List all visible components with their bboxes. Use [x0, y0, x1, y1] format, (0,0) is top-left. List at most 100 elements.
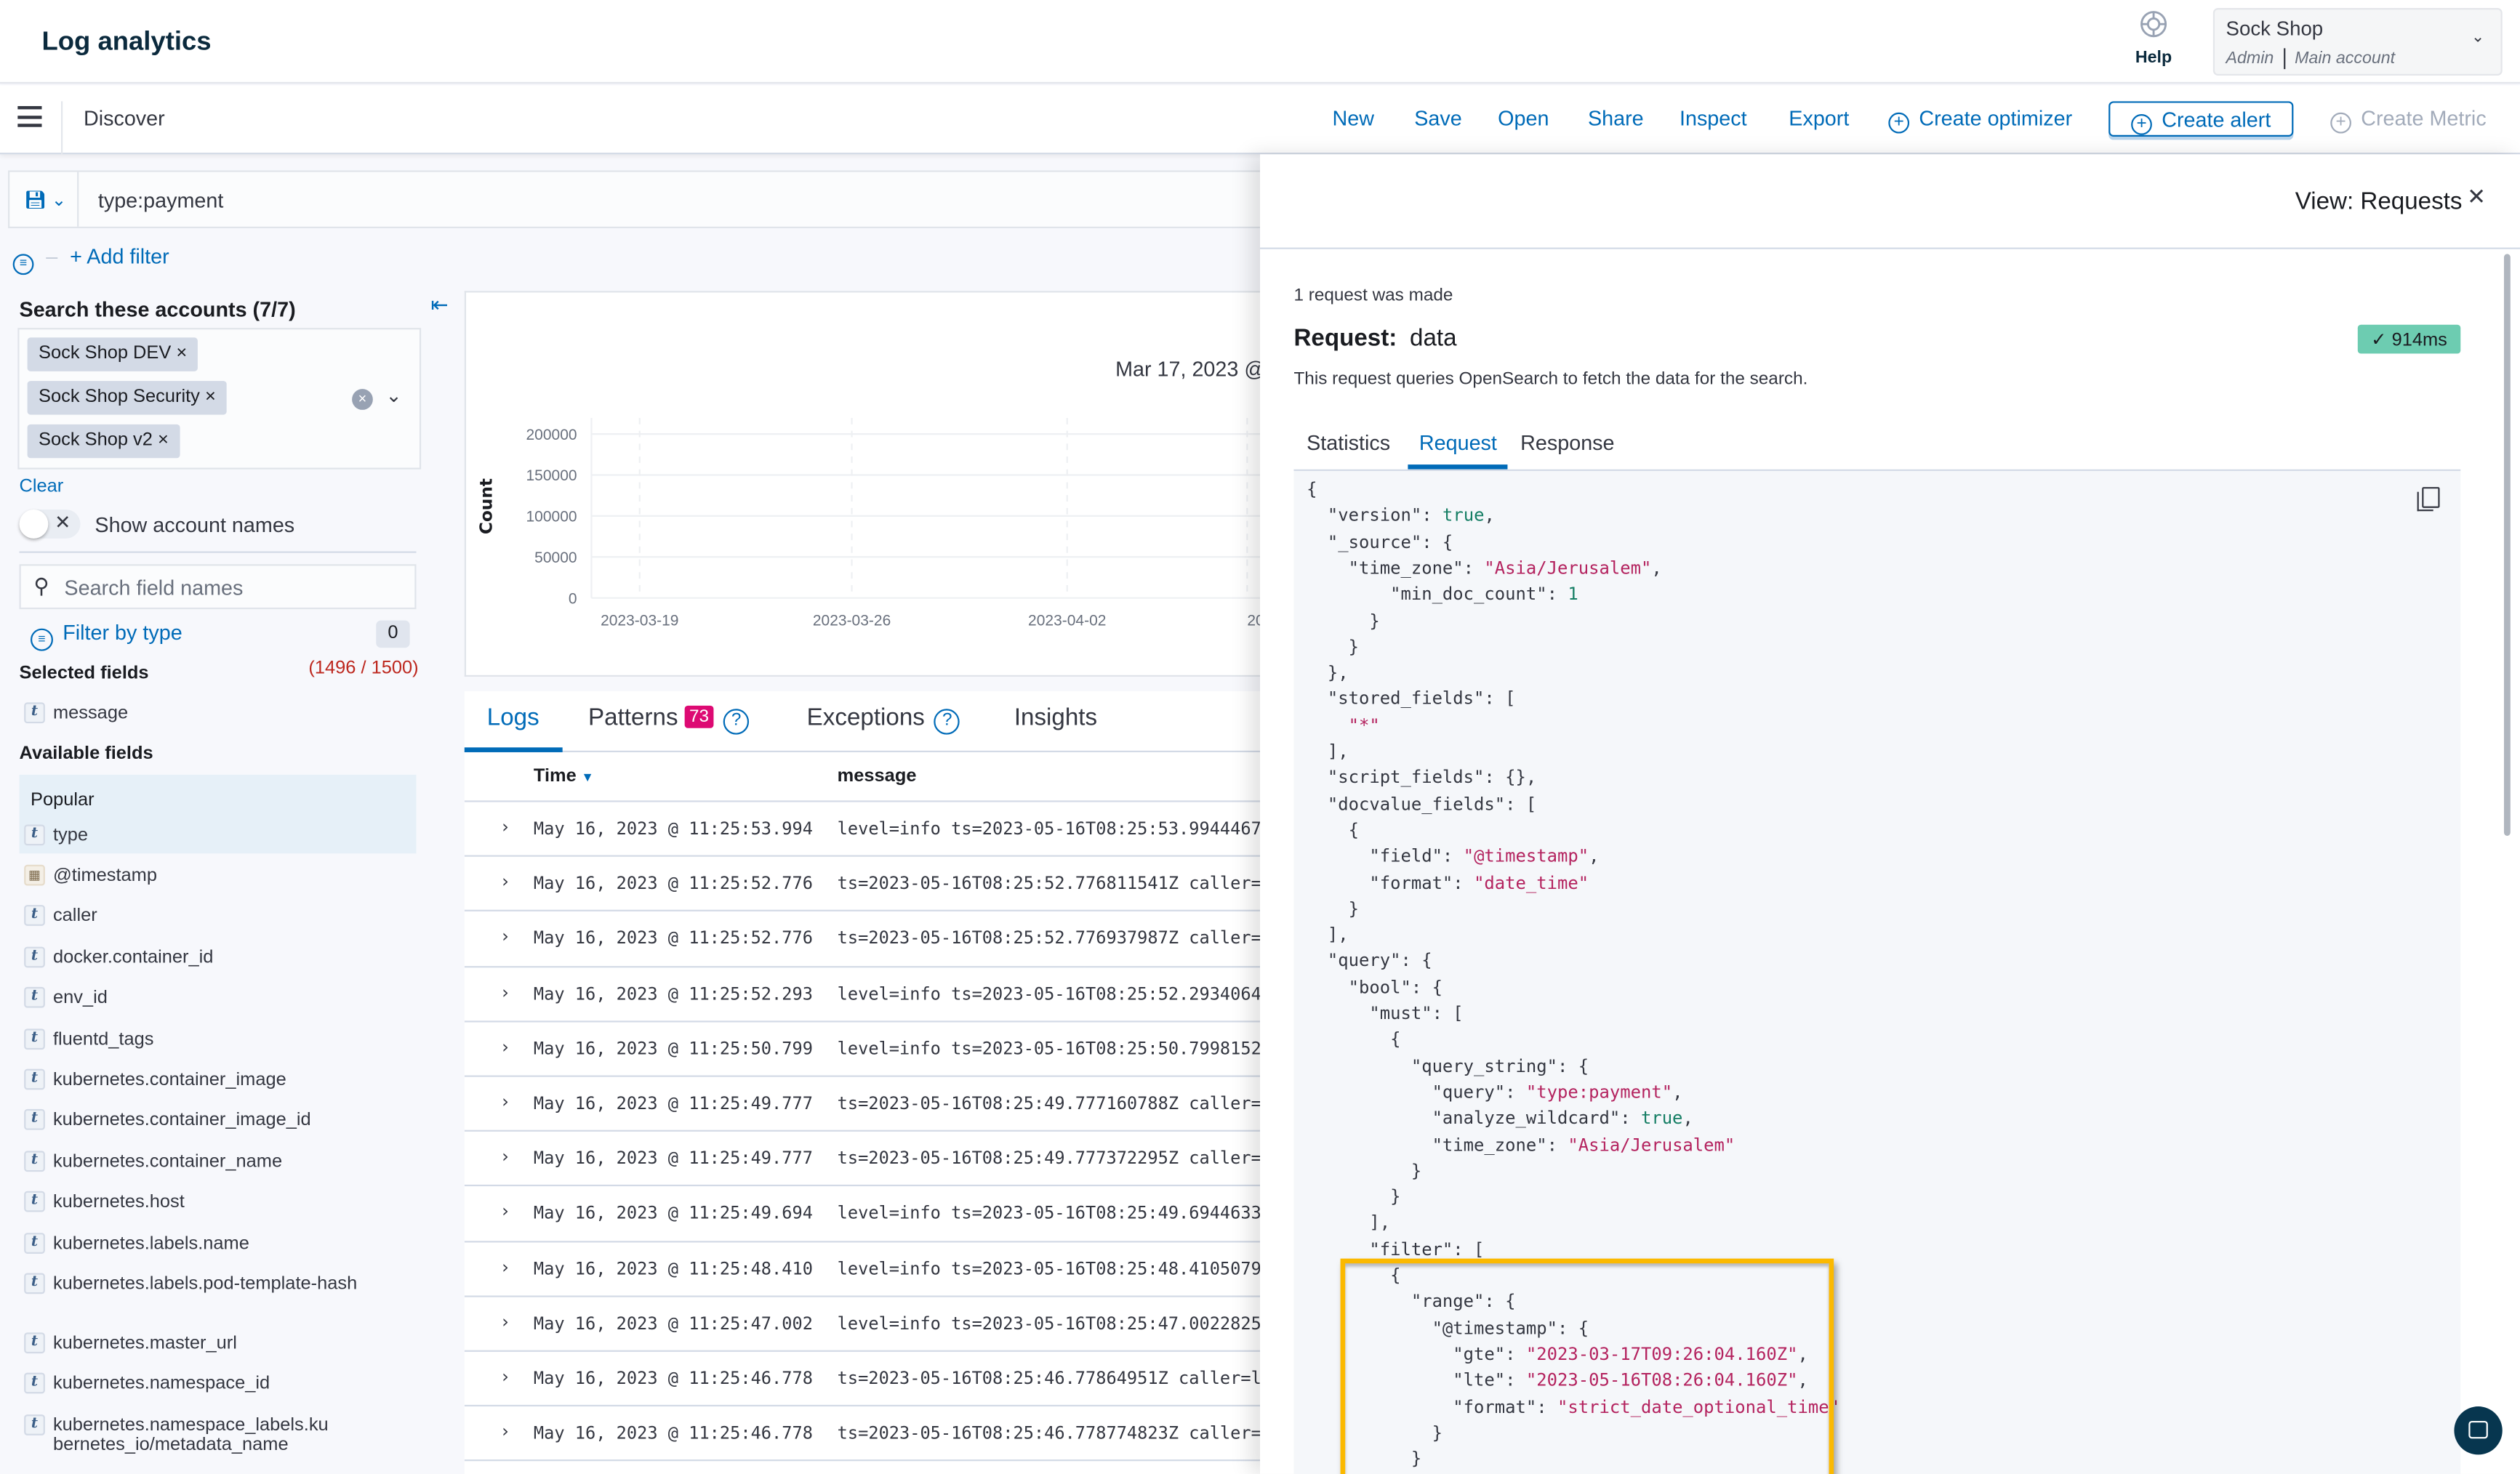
- code-line: {: [1307, 820, 1359, 842]
- create-optimizer-button[interactable]: + Create optimizer: [1888, 106, 2072, 134]
- tab-insights[interactable]: Insights: [1014, 704, 1097, 732]
- tab-patterns[interactable]: Patterns 73?: [588, 704, 750, 735]
- log-message: level=info ts=2023-05-16T08:25:52.293406…: [837, 983, 1261, 1004]
- code-token: ,: [1651, 557, 1662, 579]
- filter-by-type-button[interactable]: ≡ Filter by type: [30, 621, 182, 651]
- tab-request[interactable]: Request: [1419, 431, 1497, 455]
- expand-chevron-icon[interactable]: ›: [499, 1366, 510, 1388]
- code-line: ],: [1307, 741, 1349, 764]
- expand-chevron-icon[interactable]: ›: [499, 981, 510, 1002]
- code-line: }: [1307, 1186, 1400, 1209]
- expand-chevron-icon[interactable]: ›: [499, 1201, 510, 1223]
- new-button[interactable]: New: [1333, 106, 1375, 130]
- code-token: "_source": {: [1307, 531, 1453, 552]
- save-button[interactable]: Save: [1414, 106, 1462, 130]
- accounts-combobox[interactable]: Sock Shop DEV × Sock Shop Security × Soc…: [17, 328, 422, 470]
- remove-icon[interactable]: ×: [158, 431, 169, 451]
- table-row[interactable]: › May 16, 2023 @ 11:25:50.799 level=info t…: [464, 1022, 1301, 1077]
- tab-logs[interactable]: Logs: [487, 704, 539, 732]
- table-row[interactable]: › May 16, 2023 @ 11:25:47.002 level=info t…: [464, 1297, 1301, 1352]
- y-tick-label: 50000: [534, 549, 577, 566]
- account-role: Admin: [2226, 48, 2274, 68]
- query-input[interactable]: type:payment: [98, 188, 224, 212]
- field-name: type: [52, 826, 89, 846]
- hamburger-menu-icon[interactable]: [17, 105, 42, 129]
- log-message: level=info ts=2023-05-16T08:25:50.799815…: [837, 1038, 1261, 1059]
- inspector-flyout: View: Requests ✕ 1 request was made Requ…: [1260, 154, 2520, 1474]
- open-button[interactable]: Open: [1498, 106, 1549, 130]
- create-metric-button[interactable]: + Create Metric: [2330, 106, 2487, 134]
- log-time: May 16, 2023 @ 11:25:49.694: [533, 1203, 813, 1224]
- show-account-names-toggle[interactable]: ✕: [19, 510, 81, 539]
- saved-query-menu[interactable]: 💾︎ ⌄: [24, 190, 66, 211]
- table-row[interactable]: › May 16, 2023 @ 11:25:46.778 ts=2023-05-1…: [464, 1406, 1301, 1462]
- table-row[interactable]: › May 16, 2023 @ 11:25:52.776 ts=2023-05-1…: [464, 912, 1301, 967]
- code-token: "docvalue_fields": [: [1307, 793, 1537, 815]
- separator: –: [46, 244, 58, 269]
- code-line: "script_fields": {},: [1307, 768, 1536, 790]
- create-alert-button[interactable]: + Create alert: [2108, 101, 2294, 137]
- expand-chevron-icon[interactable]: ›: [499, 1146, 510, 1167]
- field-name: kubernetes.labels.name: [52, 1233, 249, 1254]
- code-line: {: [1307, 479, 1317, 502]
- expand-chevron-icon[interactable]: ›: [499, 871, 510, 893]
- tab-exceptions[interactable]: Exceptions?: [807, 704, 960, 735]
- copy-icon[interactable]: [2417, 487, 2440, 512]
- collapse-sidebar-icon[interactable]: ⇤: [430, 292, 448, 318]
- chevron-down-icon[interactable]: ⌄: [386, 384, 402, 407]
- expand-chevron-icon[interactable]: ›: [499, 927, 510, 948]
- expand-chevron-icon[interactable]: ›: [499, 1036, 510, 1058]
- expand-chevron-icon[interactable]: ›: [499, 1092, 510, 1113]
- table-row[interactable]: › May 16, 2023 @ 11:25:52.776 ts=2023-05-1…: [464, 857, 1301, 912]
- accounts-title: Search these accounts (7/7): [19, 297, 296, 322]
- table-row[interactable]: › May 16, 2023 @ 11:25:49.777 ts=2023-05-1…: [464, 1132, 1301, 1187]
- export-button[interactable]: Export: [1789, 106, 1849, 130]
- question-circle-icon[interactable]: ?: [723, 709, 750, 735]
- help-button[interactable]: Help: [2128, 9, 2180, 68]
- account-switcher[interactable]: Sock Shop Admin Main account ⌄: [2212, 8, 2503, 76]
- table-row[interactable]: › May 16, 2023 @ 11:25:52.293 level=info t…: [464, 967, 1301, 1023]
- table-row[interactable]: › May 16, 2023 @ 11:25:49.694 level=info t…: [464, 1187, 1301, 1242]
- add-filter-button[interactable]: + Add filter: [70, 244, 169, 268]
- code-line: "version": true,: [1307, 505, 1495, 528]
- y-axis-label: Count: [476, 478, 496, 534]
- string-type-icon: t: [24, 702, 45, 724]
- field-name: kubernetes.container_image_id: [52, 1111, 311, 1131]
- remove-icon[interactable]: ×: [205, 387, 216, 407]
- table-row[interactable]: › May 16, 2023 @ 11:25:46.778 ts=2023-05-1…: [464, 1352, 1301, 1407]
- column-header-time[interactable]: Time ▼: [534, 767, 594, 786]
- top-header: Log analytics Help Sock Shop Admin Main a…: [0, 0, 2520, 84]
- question-circle-icon[interactable]: ?: [934, 709, 960, 735]
- table-row[interactable]: › May 16, 2023 @ 11:25:53.994 level=info t…: [464, 802, 1301, 858]
- divider: [60, 101, 63, 155]
- code-line: ],: [1307, 1212, 1390, 1235]
- table-row[interactable]: › May 16, 2023 @ 11:25:49.777 ts=2023-05-1…: [464, 1077, 1301, 1132]
- table-row[interactable]: › May 16, 2023 @ 11:25:48.410 level=info t…: [464, 1242, 1301, 1297]
- plus-circle-icon: +: [2131, 114, 2152, 135]
- expand-chevron-icon[interactable]: ›: [499, 1421, 510, 1442]
- duration-badge: ✓ 914ms: [2357, 324, 2461, 354]
- expand-chevron-icon[interactable]: ›: [499, 1256, 510, 1277]
- expand-chevron-icon[interactable]: ›: [499, 816, 510, 837]
- column-header-message[interactable]: message: [838, 767, 917, 786]
- close-icon[interactable]: ✕: [2467, 183, 2486, 211]
- chat-button[interactable]: [2454, 1406, 2503, 1455]
- plus-circle-icon: +: [1888, 112, 1910, 134]
- remove-icon[interactable]: ×: [176, 344, 187, 363]
- tab-response[interactable]: Response: [1520, 431, 1614, 455]
- search-field-names-input[interactable]: [64, 572, 402, 602]
- popular-label: Popular: [30, 791, 95, 810]
- expand-chevron-icon[interactable]: ›: [499, 1311, 510, 1332]
- share-button[interactable]: Share: [1588, 106, 1644, 130]
- filter-icon[interactable]: ≡: [12, 254, 34, 275]
- flyout-title: View: Requests: [2295, 188, 2463, 216]
- inspect-button[interactable]: Inspect: [1680, 106, 1747, 130]
- clear-accounts-link[interactable]: Clear: [20, 478, 64, 497]
- clear-all-icon[interactable]: ×: [352, 389, 373, 410]
- string-type-icon: t: [24, 1109, 45, 1131]
- tab-statistics[interactable]: Statistics: [1307, 431, 1390, 455]
- scrollbar[interactable]: [2503, 254, 2511, 836]
- toggle-knob: [19, 510, 49, 539]
- code-line: "time_zone": "Asia/Jerusalem",: [1307, 557, 1662, 580]
